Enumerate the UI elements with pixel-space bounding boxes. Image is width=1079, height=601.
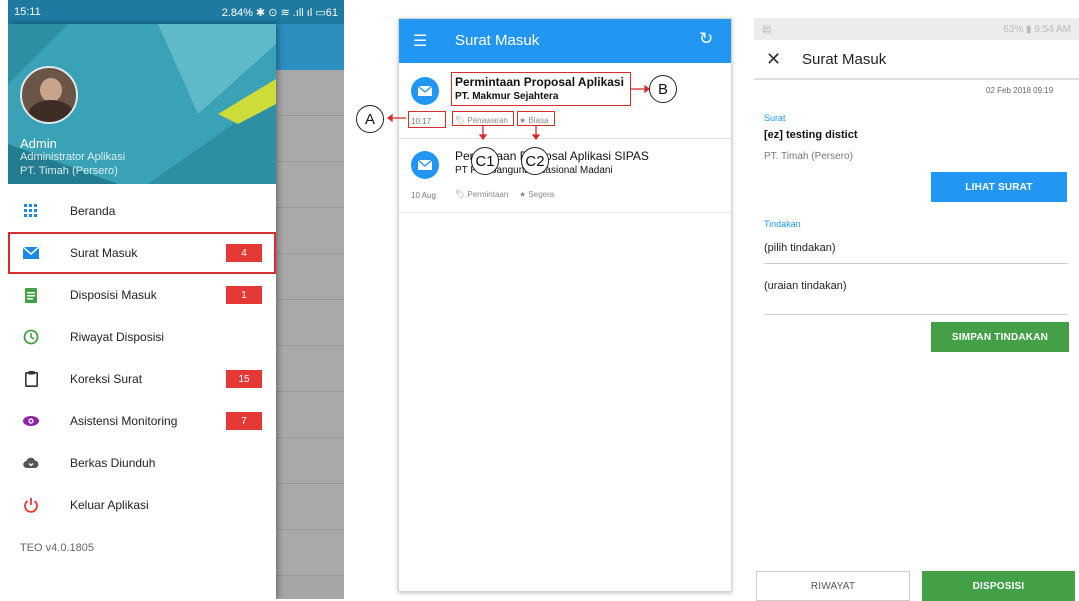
tindakan-select[interactable]: (pilih tindakan) [764, 242, 836, 254]
menu-label: Berkas Diunduh [70, 456, 156, 470]
user-name: Admin [20, 136, 57, 151]
status-indicators: 2.84% ✱ ⊙ ≋ .ıll ıl ▭61 [221, 6, 338, 19]
menu-item-asistensi-monitoring[interactable]: Asistensi Monitoring 7 [8, 400, 276, 442]
uraian-input[interactable]: (uraian tindakan) [764, 280, 847, 292]
app-version: TEO v4.0.1805 [20, 542, 94, 554]
annotation-arrow-a [386, 113, 406, 123]
mail-date: 02 Feb 2018 09:19 [986, 86, 1054, 95]
status-right: 63% ▮ 9:54 AM [1003, 23, 1071, 35]
clipboard-icon [22, 370, 40, 388]
status-bar: 15:11 2.84% ✱ ⊙ ≋ .ıll ıl ▭61 [8, 0, 344, 24]
power-icon [22, 496, 40, 514]
avatar [20, 66, 78, 124]
menu-label: Koreksi Surat [70, 372, 143, 386]
cloud-download-icon [22, 454, 40, 472]
section-label-surat: Surat [764, 113, 786, 123]
lihat-surat-button[interactable]: LIHAT SURAT [931, 172, 1067, 202]
riwayat-button[interactable]: RIWAYAT [756, 571, 910, 601]
eye-icon [22, 412, 40, 430]
disposisi-button[interactable]: DISPOSISI [922, 571, 1075, 601]
surat-org: PT. Timah (Persero) [764, 151, 853, 162]
divider [764, 263, 1068, 264]
menu-label: Beranda [70, 204, 116, 218]
count-badge: 1 [226, 286, 262, 304]
detail-screen: ▤ 63% ▮ 9:54 AM ✕ Surat Masuk 02 Feb 201… [754, 18, 1079, 601]
menu-item-disposisi-masuk[interactable]: Disposisi Masuk 1 [8, 274, 276, 316]
menu-item-surat-masuk[interactable]: Surat Masuk 4 [8, 232, 276, 274]
section-label-tindakan: Tindakan [764, 219, 801, 229]
background-toolbar [276, 24, 344, 70]
app-bar: ✕ Surat Masuk [754, 40, 1079, 80]
close-icon[interactable]: ✕ [766, 49, 781, 70]
background-list [276, 70, 344, 599]
user-role: Administrator Aplikasi [20, 151, 126, 163]
clock-icon [22, 328, 40, 346]
simpan-tindakan-button[interactable]: SIMPAN TINDAKAN [931, 322, 1069, 352]
annotation-label-a: A [356, 105, 384, 133]
status-icons: ▤ [762, 23, 772, 35]
count-badge: 15 [226, 370, 262, 388]
menu-label: Surat Masuk [70, 246, 138, 260]
annotation-label-b: B [649, 75, 677, 103]
menu-item-berkas-diunduh[interactable]: Berkas Diunduh [8, 442, 276, 484]
page-title: Surat Masuk [802, 51, 887, 68]
drawer-screen: 15:11 2.84% ✱ ⊙ ≋ .ıll ıl ▭61 Admin Admi… [8, 0, 344, 599]
user-org: PT. Timah (Persero) [20, 165, 118, 177]
drawer-header: Admin Administrator Aplikasi PT. Timah (… [8, 24, 276, 184]
divider [764, 314, 1068, 315]
menu-label: Disposisi Masuk [70, 288, 157, 302]
count-badge: 7 [226, 412, 262, 430]
menu-item-keluar-aplikasi[interactable]: Keluar Aplikasi [8, 484, 276, 526]
envelope-icon [22, 244, 40, 262]
navigation-drawer: Admin Administrator Aplikasi PT. Timah (… [8, 24, 276, 599]
grid-icon [22, 202, 40, 220]
status-time: 15:11 [14, 6, 41, 18]
annotation-label-c1: C1 [471, 147, 499, 175]
inbox-screen: ☰ Surat Masuk ↻ Permintaan Proposal Apli… [398, 18, 732, 592]
menu-label: Asistensi Monitoring [70, 414, 178, 428]
annotation-label-c2: C2 [521, 147, 549, 175]
menu-item-riwayat-disposisi[interactable]: Riwayat Disposisi [8, 316, 276, 358]
menu-item-beranda[interactable]: Beranda [8, 190, 276, 232]
status-bar: ▤ 63% ▮ 9:54 AM [754, 18, 1079, 40]
menu-label: Keluar Aplikasi [70, 498, 149, 512]
count-badge: 4 [226, 244, 262, 262]
menu-label: Riwayat Disposisi [70, 330, 165, 344]
menu-item-koreksi-surat[interactable]: Koreksi Surat 15 [8, 358, 276, 400]
annotation-arrows [478, 84, 651, 141]
surat-title: [ez] testing distict [764, 129, 858, 141]
document-icon [22, 286, 40, 304]
